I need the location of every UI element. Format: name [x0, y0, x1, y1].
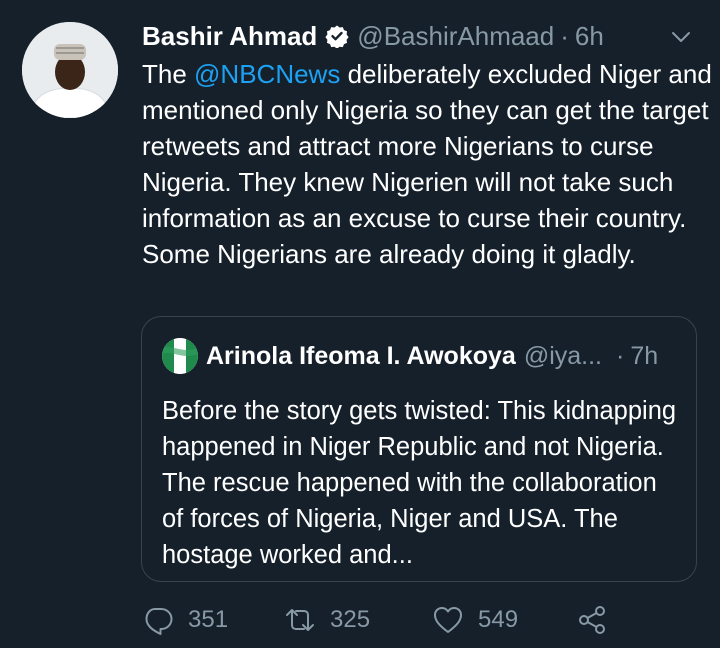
reply-button[interactable]: 351	[142, 600, 228, 640]
retweet-count: 325	[330, 606, 371, 633]
tweet-text-start: The	[142, 59, 195, 89]
share-button[interactable]	[576, 600, 622, 640]
author-avatar[interactable]	[22, 22, 118, 118]
verified-badge-icon	[325, 24, 349, 49]
mention-link[interactable]: @NBCNews	[194, 59, 340, 89]
tweet-header: Bashir Ahmad @BashirAhmaad · 6h	[142, 18, 698, 54]
share-icon	[579, 606, 605, 634]
quoted-author-name[interactable]: Arinola Ifeoma I. Awokoya	[206, 342, 516, 371]
chevron-down-icon[interactable]	[668, 24, 694, 50]
tweet-text: The @NBCNews deliberately excluded Niger…	[142, 56, 712, 272]
quoted-author-handle[interactable]: @iya...	[524, 342, 602, 371]
quoted-author-avatar[interactable]	[162, 338, 198, 374]
quoted-tweet[interactable]: Arinola Ifeoma I. Awokoya @iya... · 7h B…	[141, 316, 697, 582]
retweet-icon	[286, 609, 314, 631]
quoted-tweet-timestamp[interactable]: 7h	[630, 342, 658, 371]
like-count: 549	[478, 606, 519, 633]
author-handle[interactable]: @BashirAhmaad	[357, 21, 554, 52]
retweet-button[interactable]: 325	[284, 600, 370, 640]
like-button[interactable]: 549	[432, 600, 518, 640]
reply-count: 351	[188, 606, 229, 633]
tweet-timestamp[interactable]: 6h	[575, 21, 604, 52]
quoted-separator-dot: ·	[616, 341, 625, 370]
reply-icon	[145, 608, 173, 635]
tweet-actions: 351 325 549	[142, 600, 612, 640]
heart-icon	[434, 607, 462, 633]
quoted-tweet-header: Arinola Ifeoma I. Awokoya @iya... · 7h	[162, 337, 676, 375]
separator-dot: ·	[560, 20, 569, 51]
quoted-tweet-text: Before the story gets twisted: This kidn…	[162, 397, 677, 569]
tweet-text-rest: deliberately excluded Niger and mentione…	[142, 59, 712, 269]
author-name[interactable]: Bashir Ahmad	[142, 21, 317, 52]
